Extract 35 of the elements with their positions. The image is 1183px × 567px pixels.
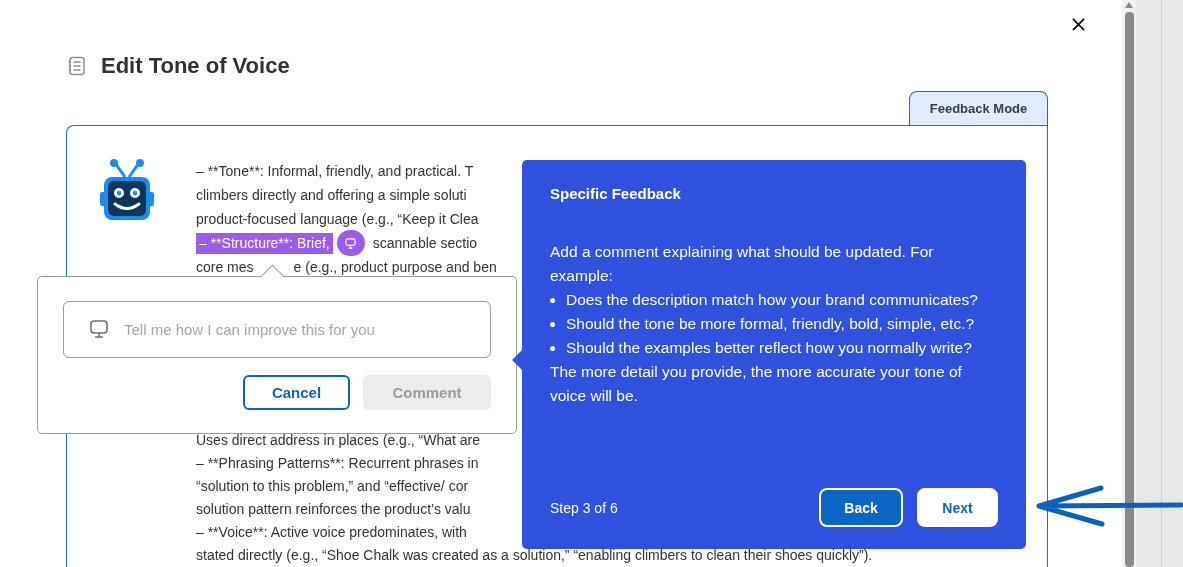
cancel-button[interactable]: Cancel — [243, 375, 350, 410]
bullet-icon — [550, 322, 555, 327]
text-line: product-focused language (e.g., “Keep it Clea — [196, 210, 479, 229]
list-icon — [67, 56, 87, 76]
text-line: e (e.g., product purpose and ben — [293, 258, 497, 277]
tour-text: Should the tone be more formal, friendly, bold, simple, etc.? — [566, 314, 975, 334]
robot-icon — [99, 159, 155, 221]
text-line: core mes — [196, 258, 254, 277]
back-button[interactable]: Back — [819, 488, 903, 527]
text-line: – **Phrasing Patterns**: Recurrent phrases in — [196, 454, 479, 473]
page-title: Edit Tone of Voice — [101, 53, 290, 79]
text-line: Uses direct address in places (e.g., “What are — [196, 431, 480, 450]
close-icon[interactable] — [1072, 18, 1085, 31]
text-line: climbers directly and offering a simple soluti — [196, 186, 467, 205]
step-counter: Step 3 of 6 — [550, 499, 618, 516]
tour-text: Add a comment explaining what should be updated. For example: — [550, 242, 935, 286]
text-line: scannable sectio — [372, 234, 478, 253]
tour-text: Should the examples better reflect how you normally write? — [566, 338, 972, 358]
comment-field[interactable]: Tell me how I can improve this for you — [63, 301, 491, 358]
tour-text: Does the description match how your brand communicates? — [566, 290, 978, 310]
text-line: stated directly (e.g., “Shoe Chalk was created as a solution,” “enabling climbers to clean their shoes quickly”). — [196, 546, 873, 565]
comment-icon — [89, 319, 109, 339]
scrollbar[interactable] — [1122, 0, 1136, 567]
tour-title: Specific Feedback — [550, 184, 682, 204]
text-line: “solution to this problem,” and “effective/ cor — [196, 477, 469, 496]
text-line: solution pattern reinforces the product’s valu — [196, 500, 471, 519]
text-line: – **Tone**: Informal, friendly, and practical. T — [196, 162, 474, 181]
tour-text: The more detail you provide, the more accurate your tone of voice will be. — [550, 362, 963, 406]
bullet-icon — [550, 298, 555, 303]
next-button[interactable]: Next — [917, 488, 998, 527]
bullet-icon — [550, 346, 555, 351]
text-line: – **Voice**: Active voice predominates, with — [196, 523, 467, 542]
comment-icon[interactable] — [336, 230, 365, 256]
highlighted-text[interactable]: – **Structure**: Brief, — [196, 232, 333, 254]
mode-tab[interactable]: Feedback Mode — [909, 91, 1048, 125]
